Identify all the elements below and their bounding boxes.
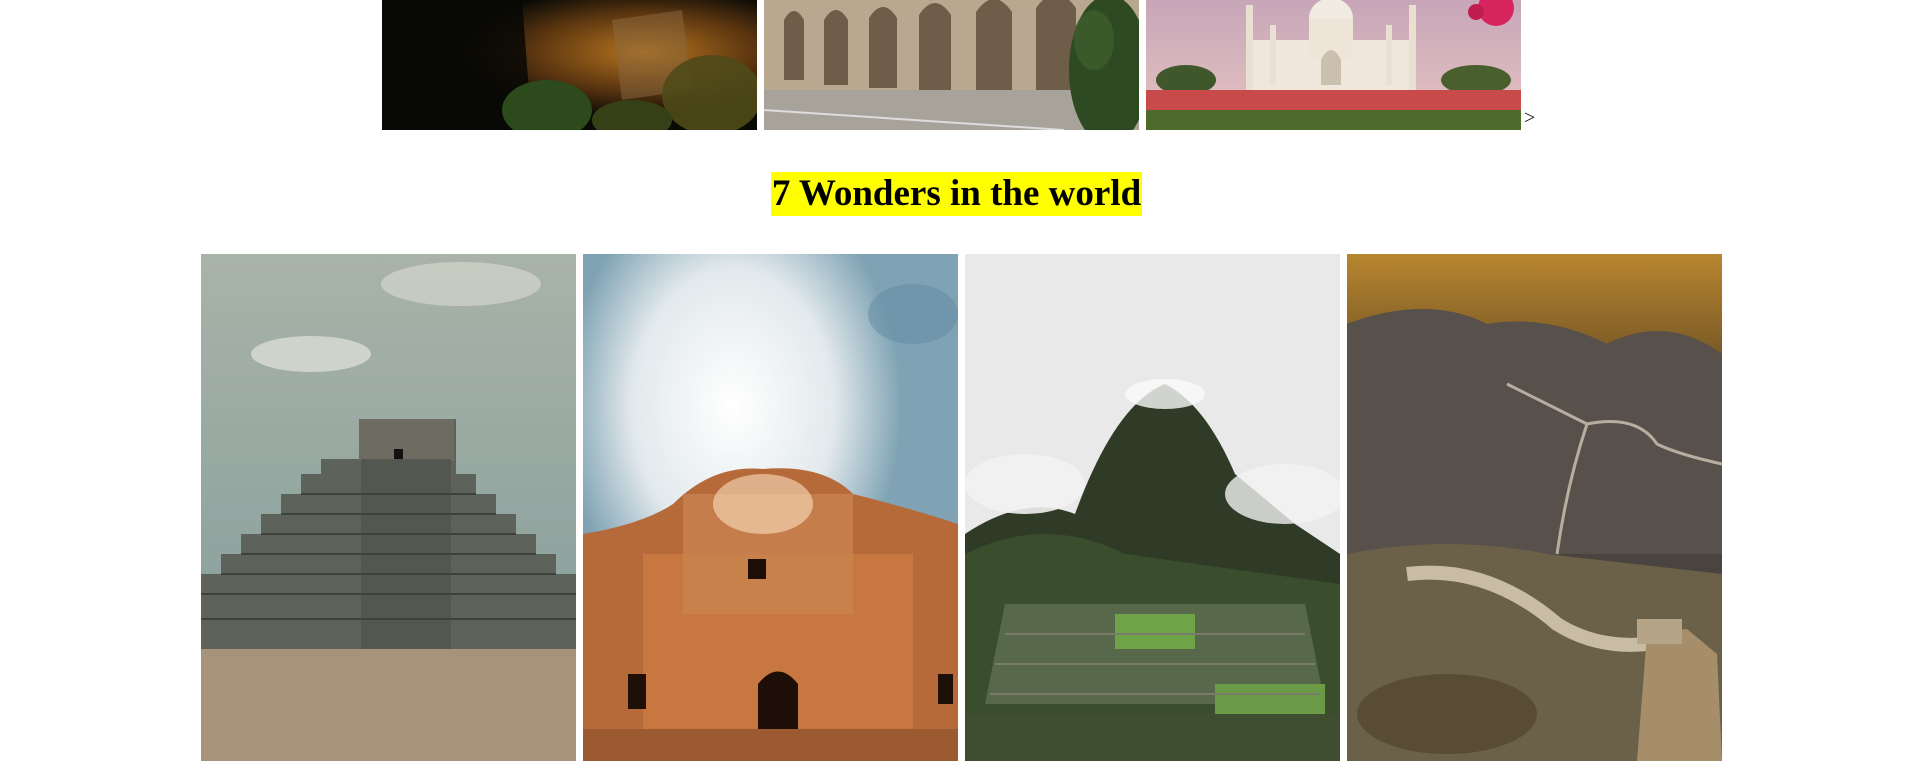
petra-photo-icon [583, 254, 958, 761]
title-container: 7 Wonders in the world [0, 172, 1913, 216]
gallery [201, 254, 1722, 761]
machu-picchu-photo-icon [965, 254, 1340, 761]
gallery-image-machu-picchu[interactable] [965, 254, 1340, 761]
great-wall-photo-icon [1347, 254, 1722, 761]
taj-mahal-photo-icon [1146, 0, 1521, 130]
night-canyon-photo-icon [382, 0, 757, 130]
carousel-image-colosseum[interactable] [764, 0, 1139, 130]
carousel-image-petra-night[interactable] [382, 0, 757, 130]
gallery-image-petra[interactable] [583, 254, 958, 761]
page-title: 7 Wonders in the world [770, 172, 1143, 216]
carousel-next-arrow[interactable]: > [1524, 108, 1535, 128]
gallery-image-chichen-itza[interactable] [201, 254, 576, 761]
gallery-image-great-wall[interactable] [1347, 254, 1722, 761]
colosseum-photo-icon [764, 0, 1139, 130]
carousel [382, 0, 1521, 130]
carousel-image-taj-mahal[interactable] [1146, 0, 1521, 130]
pyramid-photo-icon [201, 254, 576, 761]
page: > 7 Wonders in the world [0, 0, 1913, 761]
